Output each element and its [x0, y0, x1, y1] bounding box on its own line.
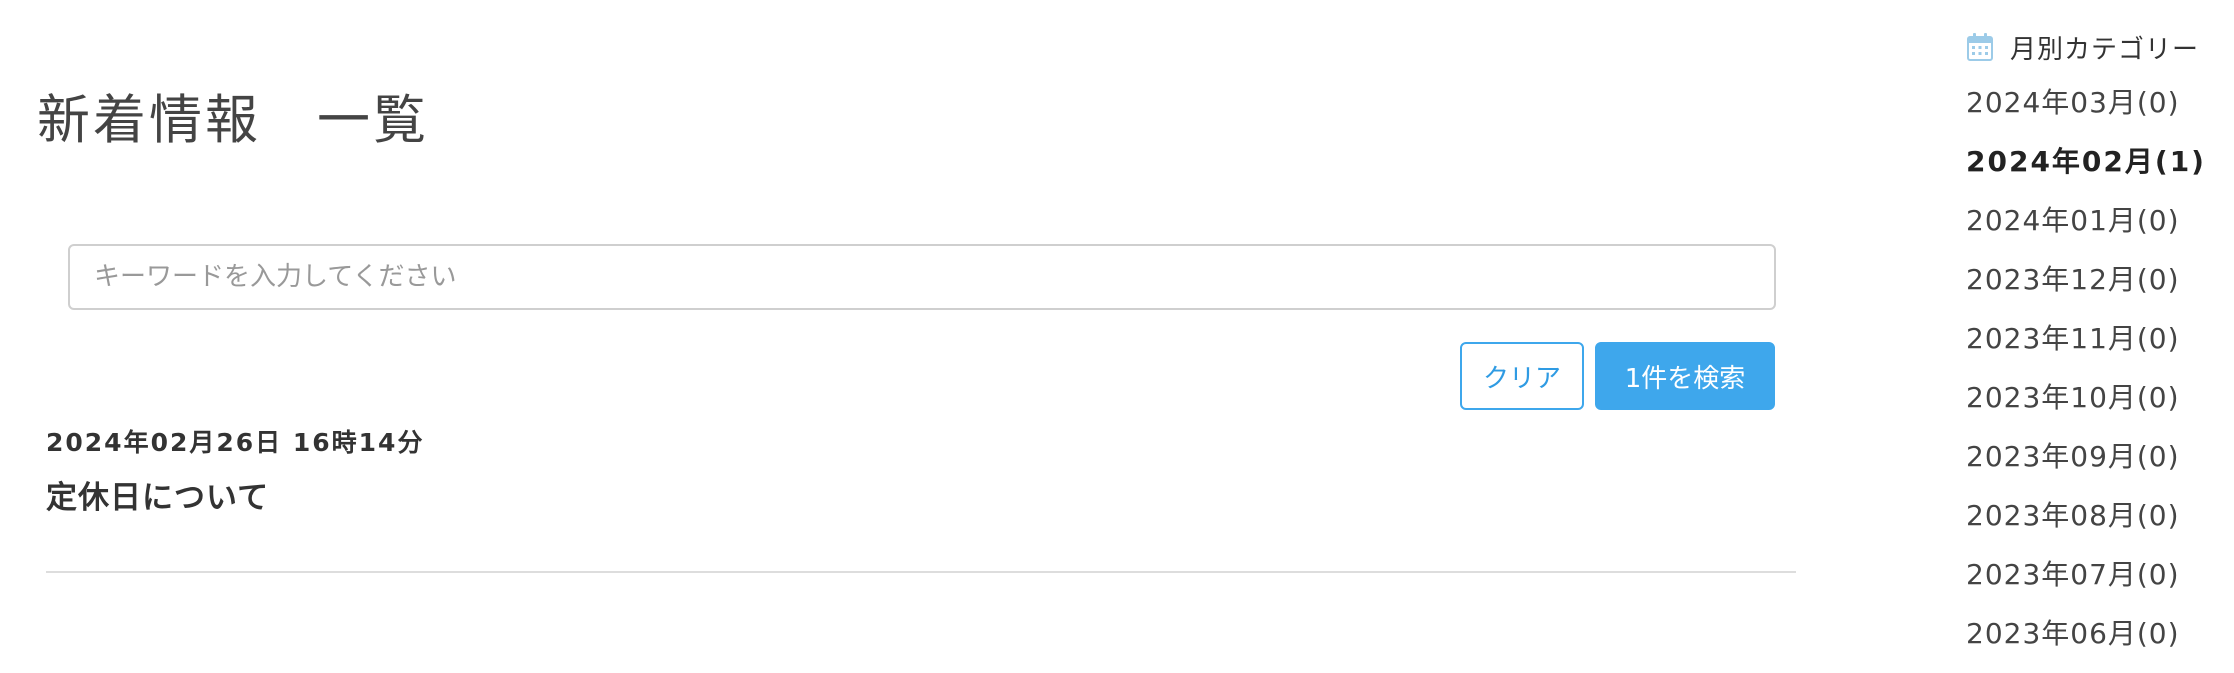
month-link-2023-07[interactable]: 2023年07月(0): [1966, 555, 2206, 614]
post-date: 2024年02月26日 16時14分: [46, 428, 425, 457]
month-link-2023-10[interactable]: 2023年10月(0): [1966, 378, 2206, 437]
search-input[interactable]: [68, 244, 1776, 310]
calendar-icon: [1966, 32, 1994, 62]
page-title: 新着情報 一覧: [37, 89, 429, 151]
month-link-2024-03[interactable]: 2024年03月(0): [1966, 83, 2206, 142]
clear-button[interactable]: クリア: [1460, 342, 1584, 410]
search-button[interactable]: 1件を検索: [1595, 342, 1775, 410]
sidebar-title: 月別カテゴリー: [2010, 34, 2200, 65]
month-link-2023-09[interactable]: 2023年09月(0): [1966, 437, 2206, 496]
month-link-2023-11[interactable]: 2023年11月(0): [1966, 319, 2206, 378]
month-list: 2024年03月(0) 2024年02月(1) 2024年01月(0) 2023…: [1966, 83, 2206, 673]
month-link-2023-08[interactable]: 2023年08月(0): [1966, 496, 2206, 555]
divider: [46, 571, 1796, 573]
month-link-2023-12[interactable]: 2023年12月(0): [1966, 260, 2206, 319]
month-link-2024-01[interactable]: 2024年01月(0): [1966, 201, 2206, 260]
month-link-2024-02[interactable]: 2024年02月(1): [1966, 142, 2206, 201]
main-content: 新着情報 一覧 クリア 1件を検索 2024年02月26日 16時14分 定休日…: [0, 0, 1820, 644]
post-title-link[interactable]: 定休日について: [46, 478, 269, 518]
sidebar-header: 月別カテゴリー: [1966, 28, 2199, 66]
sidebar-monthly-archive: 月別カテゴリー 2024年03月(0) 2024年02月(1) 2024年01月…: [1940, 0, 2234, 650]
